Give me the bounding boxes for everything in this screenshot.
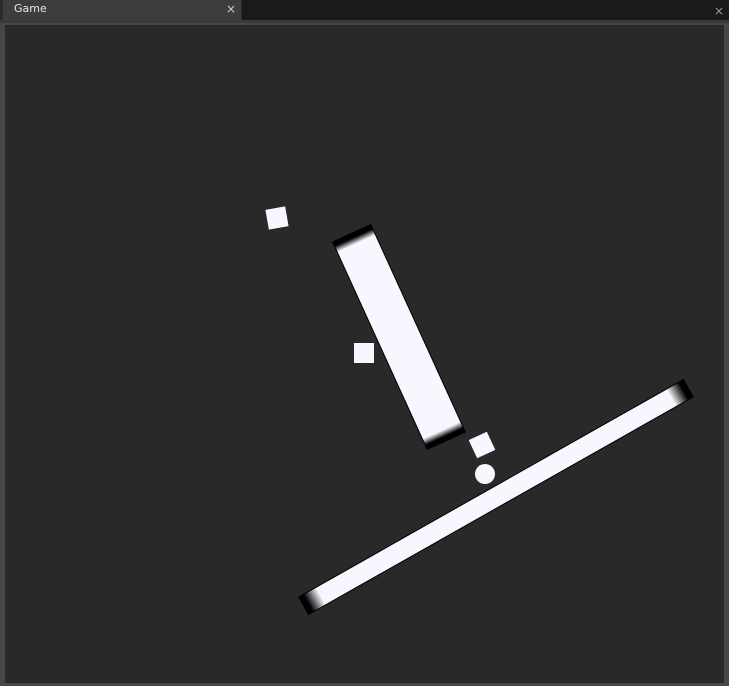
window-close-icon[interactable]: × — [714, 3, 724, 19]
tab-label: Game — [14, 2, 47, 15]
tilted-plank — [331, 223, 467, 451]
game-window: Game × × — [0, 0, 729, 686]
game-canvas[interactable] — [5, 25, 724, 683]
close-icon[interactable]: × — [226, 1, 236, 17]
falling-ball — [475, 464, 495, 484]
tab-bar: Game × × — [0, 0, 729, 20]
falling-box-3 — [468, 431, 496, 459]
tab-game[interactable]: Game × — [0, 0, 242, 20]
falling-box-1 — [265, 206, 289, 230]
ground-ramp — [298, 378, 694, 616]
falling-box-2 — [354, 343, 374, 363]
game-viewport[interactable] — [5, 25, 724, 683]
